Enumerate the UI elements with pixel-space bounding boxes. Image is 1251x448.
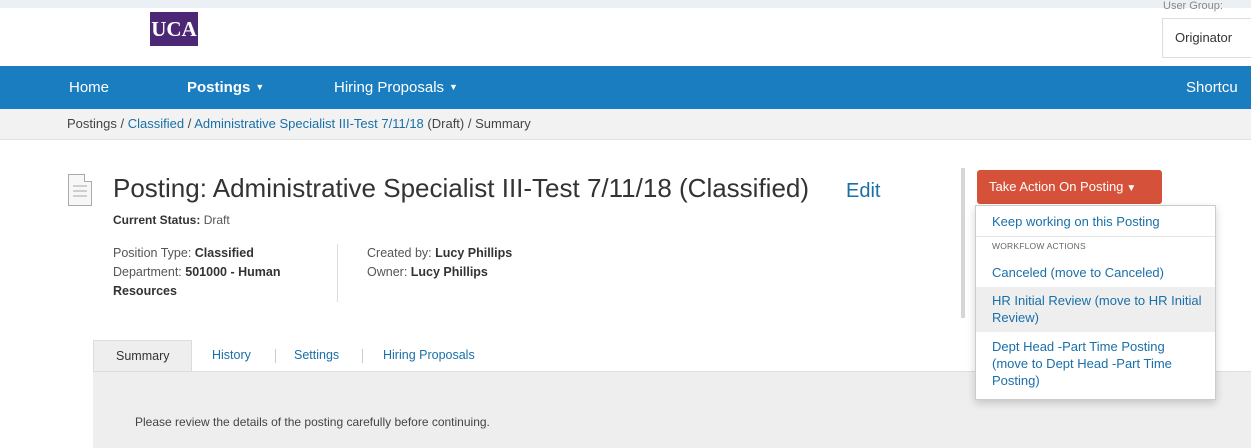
review-message: Please review the details of the posting… [135,415,490,429]
workflow-actions-header: WORKFLOW ACTIONS [992,241,1086,251]
department: Department: 501000 - Human Resources [113,263,323,301]
breadcrumb-separator: / [120,116,125,131]
main-navbar: Home Postings ▼ Hiring Proposals ▼ Shortcu [0,66,1251,109]
current-status: Current Status: Draft [113,213,230,227]
chevron-down-icon: ▼ [1126,183,1137,194]
tab-hiring-proposals[interactable]: Hiring Proposals [383,340,475,371]
caret-down-icon: ▼ [449,82,458,92]
posting-meta-left: Position Type: Classified Department: 50… [113,244,323,301]
top-header: UCA User Group: Originator [0,0,1251,66]
position-type: Position Type: Classified [113,244,323,263]
nav-hiring-proposals[interactable]: Hiring Proposals ▼ [334,66,458,109]
document-icon [68,174,92,206]
nav-home[interactable]: Home [69,66,109,109]
created-by-value: Lucy Phillips [435,246,513,260]
action-divider [961,168,965,318]
nav-postings[interactable]: Postings ▼ [187,66,264,109]
breadcrumb-posting-status: (Draft) [427,116,465,131]
created-by-label: Created by: [367,246,432,260]
nav-hiring-proposals-label: Hiring Proposals [334,79,445,96]
nav-postings-label: Postings [187,79,251,96]
tab-history[interactable]: History [212,340,251,371]
owner-label: Owner: [367,265,408,279]
nav-shortcuts-label: Shortcu [1186,79,1238,96]
department-label: Department: [113,265,182,279]
menu-item-canceled[interactable]: Canceled (move to Canceled) [976,264,1215,281]
tab-settings[interactable]: Settings [294,340,339,371]
top-accent-strip [0,0,1251,8]
posting-meta-right: Created by: Lucy Phillips Owner: Lucy Ph… [367,244,512,282]
breadcrumb: Postings / Classified / Administrative S… [67,116,531,131]
menu-divider [976,236,1215,237]
menu-item-dept-head-part-time[interactable]: Dept Head -Part Time Posting (move to De… [976,336,1215,389]
nav-shortcuts[interactable]: Shortcu [1186,66,1238,109]
tab-separator [275,349,276,363]
uca-logo[interactable]: UCA [150,12,198,46]
menu-item-hr-initial-review[interactable]: HR Initial Review (move to HR Initial Re… [976,287,1215,332]
menu-item-keep-working[interactable]: Keep working on this Posting [976,213,1215,230]
breadcrumb-separator: / [187,116,192,131]
edit-posting-link[interactable]: Edit [846,180,880,203]
breadcrumb-posting-link[interactable]: Administrative Specialist III-Test 7/11/… [194,116,424,131]
page-title: Posting: Administrative Specialist III-T… [113,173,810,203]
breadcrumb-bar: Postings / Classified / Administrative S… [0,109,1251,140]
position-type-label: Position Type: [113,246,192,260]
breadcrumb-classified-link[interactable]: Classified [128,116,184,131]
take-action-button[interactable]: Take Action On Posting ▼ [977,170,1162,204]
position-type-value: Classified [194,246,254,260]
caret-down-icon: ▼ [255,82,265,92]
owner-value: Lucy Phillips [410,265,488,279]
tab-separator [362,349,363,363]
meta-divider [337,244,338,302]
status-value: Draft [203,213,230,227]
take-action-menu: Keep working on this Posting WORKFLOW AC… [975,205,1216,400]
owner: Owner: Lucy Phillips [367,263,512,282]
status-label: Current Status: [113,213,201,227]
nav-home-label: Home [69,79,110,96]
breadcrumb-postings: Postings [67,116,117,131]
take-action-label: Take Action On Posting [989,179,1124,194]
breadcrumb-separator: / [467,116,472,131]
breadcrumb-current: Summary [475,116,531,131]
user-group-select[interactable]: Originator [1162,18,1251,58]
created-by: Created by: Lucy Phillips [367,244,512,263]
tab-summary[interactable]: Summary [93,340,193,372]
user-group-label: User Group: [1163,0,1223,12]
